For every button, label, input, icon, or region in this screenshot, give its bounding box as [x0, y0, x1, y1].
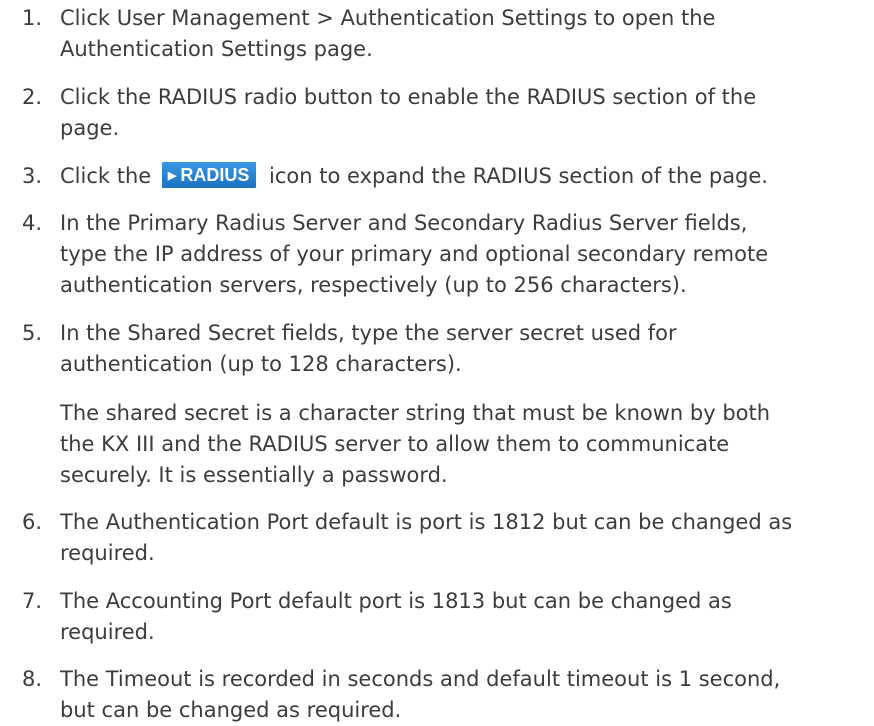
step-line: authentication (up to 128 characters).	[60, 352, 462, 376]
step-line: Click the ▶ RADIUS icon to expand the RAD…	[60, 161, 864, 192]
step-text: Click the RADIUS radio button to enable …	[60, 82, 864, 144]
step-line: required.	[60, 541, 155, 565]
step-line: Authentication Settings page.	[60, 37, 373, 61]
step-line: page.	[60, 116, 120, 140]
note-line: The shared secret is a character string …	[60, 401, 771, 425]
step-text: The Authentication Port default is port …	[60, 507, 864, 569]
instruction-document: 1. Click User Management > Authenticatio…	[0, 0, 874, 722]
step-text: Click User Management > Authentication S…	[60, 3, 864, 65]
step-text: In the Primary Radius Server and Seconda…	[60, 208, 864, 301]
step-text: Click the ▶ RADIUS icon to expand the RAD…	[60, 161, 864, 192]
step-number: 4.	[22, 211, 43, 235]
step-line: The Accounting Port default port is 1813…	[60, 589, 732, 613]
step-number: 2.	[22, 85, 43, 109]
play-triangle-icon: ▶	[167, 170, 177, 182]
step-number: 5.	[22, 321, 43, 345]
step-line: The Timeout is recorded in seconds and d…	[60, 667, 781, 691]
step-line: required.	[60, 620, 155, 644]
step-number: 1.	[22, 6, 43, 30]
radius-button-label: RADIUS	[180, 165, 250, 185]
step-line: The Authentication Port default is port …	[60, 510, 793, 534]
step-text: In the Shared Secret fields, type the se…	[60, 318, 864, 380]
note-line: the KX III and the RADIUS server to allo…	[60, 432, 730, 456]
step-number: 6.	[22, 510, 43, 534]
step-number: 7.	[22, 589, 43, 613]
step-line: type the IP address of your primary and …	[60, 242, 769, 266]
step-number: 8.	[22, 667, 43, 691]
step-text: The Accounting Port default port is 1813…	[60, 586, 864, 648]
step-line: Click the RADIUS radio button to enable …	[60, 85, 757, 109]
step-line: but can be changed as required.	[60, 698, 402, 722]
step-number: 3.	[22, 164, 43, 188]
step-line: In the Shared Secret fields, type the se…	[60, 321, 677, 345]
step-text-prefix: Click the	[60, 164, 152, 188]
note-line: securely. It is essentially a password.	[60, 463, 448, 487]
radius-expand-button[interactable]: ▶ RADIUS	[161, 162, 257, 188]
shared-secret-note: The shared secret is a character string …	[60, 398, 864, 491]
step-text-suffix: icon to expand the RADIUS section of the…	[269, 164, 768, 188]
step-line: In the Primary Radius Server and Seconda…	[60, 211, 748, 235]
step-line: Click User Management > Authentication S…	[60, 6, 716, 30]
step-line: authentication servers, respectively (up…	[60, 273, 687, 297]
